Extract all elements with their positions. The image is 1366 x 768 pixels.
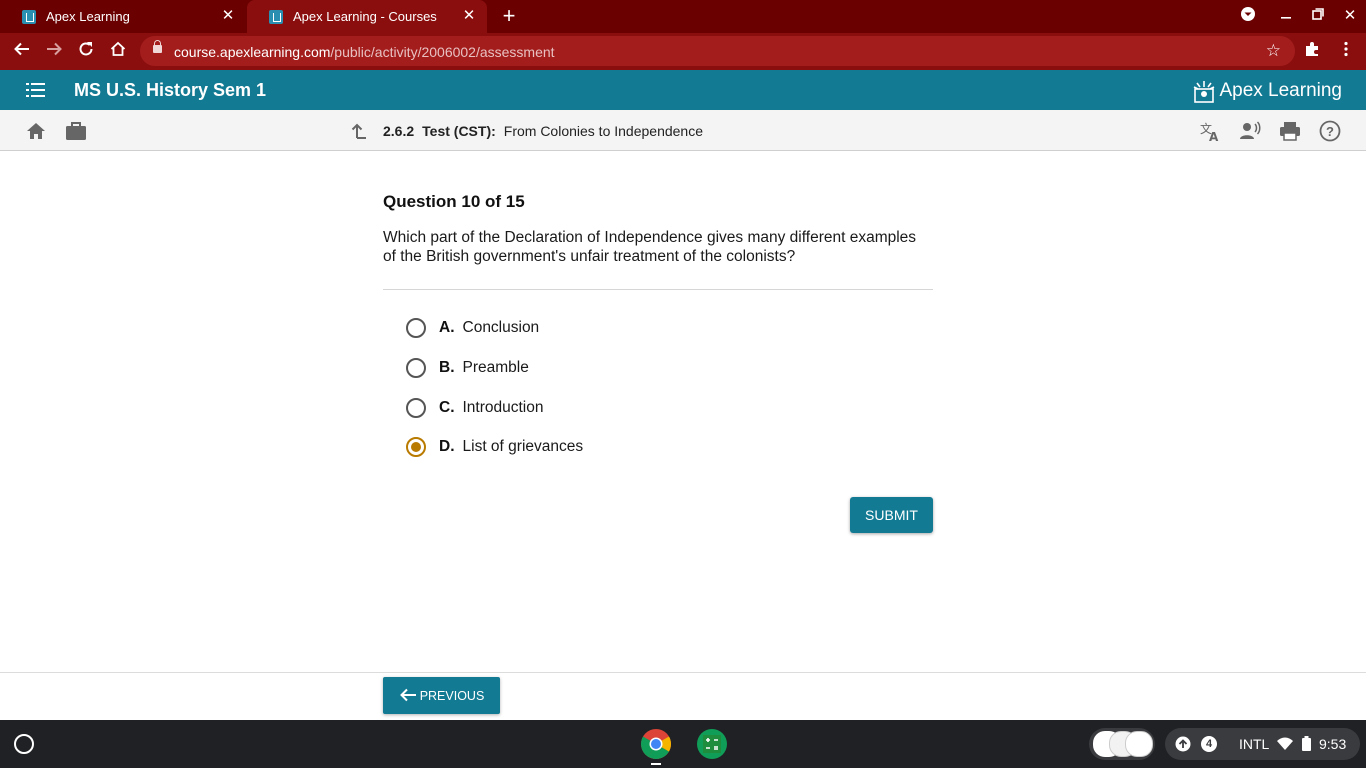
answer-option-a[interactable]: A. Conclusion (406, 316, 539, 340)
previous-label: PREVIOUS (419, 688, 485, 703)
activity-type: Test (CST): (422, 123, 496, 139)
new-tab-icon[interactable]: + (499, 5, 519, 27)
activity-number: 2.6.2 (383, 123, 415, 139)
print-icon[interactable] (1279, 120, 1301, 142)
answer-option-c[interactable]: C. Introduction (406, 396, 544, 420)
extensions-puzzle-icon[interactable] (1300, 40, 1324, 64)
previous-button[interactable]: PREVIOUS (383, 677, 500, 714)
browser-tab-strip: Apex Learning ✕ Apex Learning - Courses … (0, 0, 1366, 33)
forward-icon[interactable] (42, 40, 66, 64)
minimize-icon[interactable] (1276, 6, 1296, 26)
holding-space-tray[interactable] (1089, 728, 1155, 760)
logo-text: Apex Learning (1219, 80, 1342, 101)
translate-icon[interactable]: 文A (1199, 120, 1221, 144)
option-text: Preamble (462, 359, 529, 376)
option-letter: C. (439, 399, 455, 416)
answer-option-d[interactable]: D. List of grievances (406, 435, 583, 459)
bookmark-star-icon[interactable]: ☆ (1266, 41, 1281, 61)
apex-logo-icon (1193, 79, 1215, 103)
up-arrow-icon[interactable] (349, 122, 367, 140)
clock-time: 9:53 (1319, 736, 1347, 752)
back-icon[interactable] (10, 40, 34, 64)
submit-button[interactable]: SUBMIT (850, 497, 933, 533)
course-menu-icon[interactable] (26, 83, 45, 97)
apex-favicon-icon (22, 9, 36, 24)
profile-dropdown-icon[interactable] (1238, 6, 1258, 26)
calculator-app-icon[interactable] (696, 728, 728, 760)
option-letter: D. (439, 438, 455, 455)
footer-bar (0, 672, 1366, 720)
upload-icon (1175, 736, 1191, 757)
active-app-indicator (651, 763, 661, 765)
home-icon[interactable] (25, 120, 47, 142)
option-text: Conclusion (462, 319, 540, 336)
close-window-icon[interactable]: ✕ (1340, 6, 1360, 26)
radio-button[interactable] (406, 398, 426, 418)
browser-menu-icon[interactable] (1334, 40, 1358, 64)
radio-button[interactable] (406, 318, 426, 338)
option-letter: A. (439, 319, 455, 336)
divider (383, 289, 933, 290)
home-icon[interactable] (106, 40, 130, 64)
apex-learning-logo: Apex Learning (1193, 78, 1342, 104)
read-aloud-icon[interactable] (1239, 120, 1261, 142)
chrome-app-icon[interactable] (640, 728, 672, 760)
launcher-icon[interactable] (14, 734, 34, 754)
breadcrumb: 2.6.2 Test (CST): From Colonies to Indep… (349, 122, 703, 140)
keyboard-layout-label: INTL (1239, 736, 1270, 752)
course-header: MS U.S. History Sem 1 Apex Learning (0, 70, 1366, 110)
svg-text:A: A (1209, 130, 1219, 142)
activity-toolbar: 2.6.2 Test (CST): From Colonies to Indep… (0, 110, 1366, 151)
close-tab-icon[interactable]: ✕ (461, 8, 477, 24)
question-heading: Question 10 of 15 (383, 192, 525, 211)
address-bar[interactable]: course.apexlearning.com/public/activity/… (140, 36, 1295, 66)
radio-button[interactable] (406, 358, 426, 378)
question-text: Which part of the Declaration of Indepen… (383, 229, 917, 265)
svg-text:?: ? (1326, 124, 1334, 139)
lock-icon (153, 40, 162, 53)
activity-title: From Colonies to Independence (503, 123, 703, 139)
notification-count-badge: 4 (1201, 736, 1217, 752)
briefcase-icon[interactable] (65, 120, 87, 142)
option-text: Introduction (462, 399, 544, 416)
browser-tab-1[interactable]: Apex Learning ✕ (0, 0, 246, 33)
radio-button-selected[interactable] (406, 437, 426, 457)
answer-option-b[interactable]: B. Preamble (406, 356, 529, 380)
close-tab-icon[interactable]: ✕ (220, 8, 236, 24)
tab-title: Apex Learning (46, 9, 130, 24)
help-icon[interactable]: ? (1319, 120, 1341, 142)
url-text: course.apexlearning.com/public/activity/… (174, 44, 555, 60)
apex-favicon-icon (269, 9, 283, 24)
reload-icon[interactable] (74, 40, 98, 64)
browser-toolbar: course.apexlearning.com/public/activity/… (0, 33, 1366, 70)
tab-title: Apex Learning - Courses (293, 9, 437, 24)
screenshot-thumbnail-icon (1125, 731, 1153, 757)
restore-icon[interactable] (1308, 6, 1328, 26)
option-letter: B. (439, 359, 455, 376)
arrow-left-icon (399, 687, 417, 705)
wifi-icon (1277, 737, 1293, 756)
option-text: List of grievances (462, 438, 584, 455)
course-title: MS U.S. History Sem 1 (74, 80, 267, 100)
os-shelf: 4 INTL 9:53 (0, 720, 1366, 768)
browser-tab-2[interactable]: Apex Learning - Courses ✕ (247, 0, 487, 33)
battery-icon (1302, 736, 1311, 756)
status-tray[interactable]: 4 INTL 9:53 (1165, 728, 1360, 760)
